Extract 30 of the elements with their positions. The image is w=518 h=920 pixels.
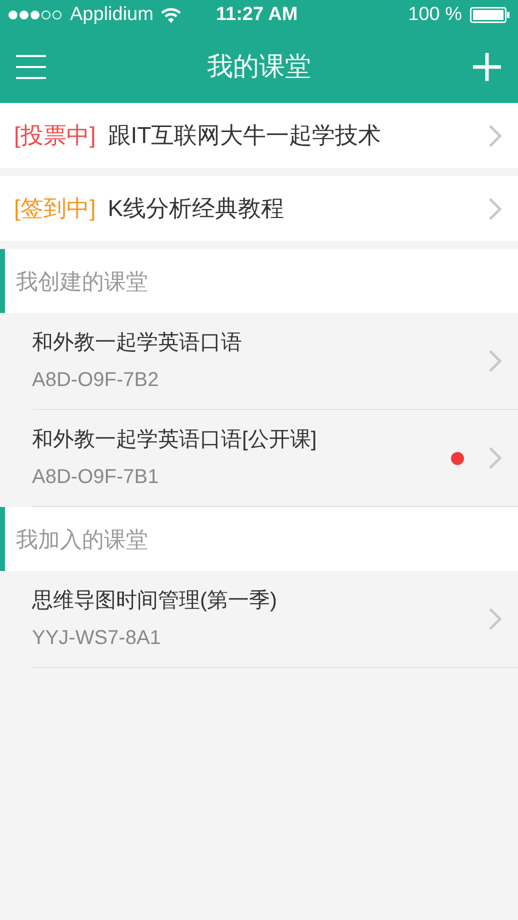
course-code: A8D-O9F-7B1: [32, 464, 160, 490]
status-tag: [签到中]: [14, 191, 96, 226]
course-row[interactable]: 思维导图时间管理(第一季) YYJ-WS7-8A1: [32, 571, 518, 668]
clock-time: 11:27 AM: [216, 2, 298, 27]
status-tag: [投票中]: [14, 118, 96, 153]
chevron-icon: [488, 446, 502, 470]
class-title: 跟IT互联网大牛一起学技术: [108, 121, 382, 150]
carrier-name: Applidium: [70, 2, 154, 27]
signal-icon: [8, 10, 64, 20]
chevron-icon: [488, 607, 502, 631]
class-row[interactable]: [投票中] 跟IT互联网大牛一起学技术: [0, 103, 518, 168]
battery-icon: [470, 7, 510, 23]
course-row[interactable]: 和外教一起学英语口语 A8D-O9F-7B2: [32, 313, 518, 410]
course-name: 思维导图时间管理(第一季): [32, 588, 277, 614]
course-code: YYJ-WS7-8A1: [32, 626, 162, 651]
menu-button[interactable]: [16, 54, 46, 78]
course-code: A8D-O9F-7B2: [32, 368, 160, 393]
chevron-icon: [488, 124, 502, 148]
class-title: K线分析经典教程: [108, 194, 284, 224]
section-title: 我加入的课堂: [16, 526, 148, 554]
add-button[interactable]: [472, 52, 502, 82]
course-name: 和外教一起学英语口语[公开课]: [32, 427, 317, 454]
battery-percent: 100 %: [408, 2, 462, 27]
section-title: 我创建的课堂: [16, 268, 148, 296]
wifi-icon: [161, 8, 182, 22]
class-row[interactable]: [签到中] K线分析经典教程: [0, 176, 518, 241]
chevron-icon: [488, 349, 502, 373]
chevron-icon: [488, 196, 502, 220]
screen-title: 我的课堂: [207, 50, 311, 83]
course-name: 和外教一起学英语口语: [32, 330, 242, 356]
